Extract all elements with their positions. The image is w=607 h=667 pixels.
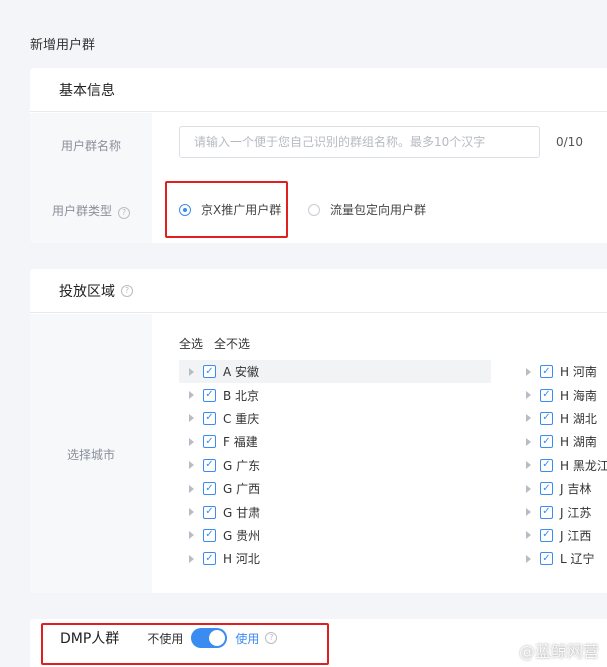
province-row[interactable]: ✓ J 江苏 — [500, 500, 607, 523]
expand-arrow-icon[interactable] — [189, 437, 194, 446]
checkbox-checked-icon[interactable]: ✓ — [203, 435, 216, 449]
name-label: 用户群名称 — [60, 139, 121, 153]
label-column — [30, 113, 152, 243]
expand-arrow-icon[interactable] — [526, 437, 531, 446]
province-label: H 海南 — [560, 388, 597, 403]
basic-info-card: 基本信息 用户群名称 0/10 用户群类型? 京X推广用户群 流量包定向用户群 — [30, 68, 607, 243]
province-row[interactable]: ✓ H 黑龙江 — [500, 454, 607, 477]
region-card: 投放区域? 选择城市 全选 全不选 ✓ A 安徽 ✓ B 北京 ✓ C 重庆 ✓ F 福建 ✓ G … — [30, 269, 607, 593]
checkbox-checked-icon[interactable]: ✓ — [203, 388, 216, 402]
province-row[interactable]: ✓ J 江西 — [500, 524, 607, 547]
basic-info-title: 基本信息 — [59, 82, 115, 99]
checkbox-checked-icon[interactable]: ✓ — [540, 411, 553, 425]
expand-arrow-icon[interactable] — [526, 391, 531, 400]
province-row[interactable]: ✓ G 甘肃 — [179, 500, 491, 523]
province-label: H 河南 — [560, 365, 597, 380]
checkbox-checked-icon[interactable]: ✓ — [203, 528, 216, 542]
province-label: G 广西 — [223, 482, 261, 497]
province-row[interactable]: ✓ H 海南 — [500, 383, 607, 406]
expand-arrow-icon[interactable] — [189, 414, 194, 423]
name-char-counter: 0/10 — [556, 135, 583, 149]
checkbox-checked-icon[interactable]: ✓ — [203, 552, 216, 566]
basic-info-header: 基本信息 — [30, 68, 607, 112]
province-row[interactable]: ✓ G 广东 — [179, 454, 491, 477]
expand-arrow-icon[interactable] — [189, 531, 194, 540]
radio-option-traffic-pack[interactable]: 流量包定向用户群 — [308, 201, 426, 218]
expand-arrow-icon[interactable] — [189, 484, 194, 493]
province-row[interactable]: ✓ A 安徽 — [179, 360, 491, 384]
province-row[interactable]: ✓ B 北京 — [179, 383, 491, 406]
radio-unchecked-icon — [308, 203, 320, 216]
expand-arrow-icon[interactable] — [526, 484, 531, 493]
city-label: 选择城市 — [66, 448, 115, 462]
province-row[interactable]: ✓ H 湖北 — [500, 407, 607, 430]
province-label: C 重庆 — [223, 411, 260, 426]
province-row[interactable]: ✓ L 辽宁 — [500, 547, 607, 570]
checkbox-checked-icon[interactable]: ✓ — [540, 365, 553, 379]
province-label: H 湖南 — [560, 435, 597, 450]
select-links: 全选 全不选 — [179, 335, 261, 352]
province-label: B 北京 — [223, 388, 260, 403]
province-row[interactable]: ✓ G 贵州 — [179, 524, 491, 547]
checkbox-checked-icon[interactable]: ✓ — [540, 388, 553, 402]
help-icon[interactable]: ? — [118, 207, 130, 219]
page-title: 新增用户群 — [30, 38, 96, 53]
region-title: 投放区域 — [59, 283, 115, 300]
checkbox-checked-icon[interactable]: ✓ — [540, 458, 553, 472]
province-label: F 福建 — [223, 435, 258, 450]
expand-arrow-icon[interactable] — [189, 367, 194, 376]
province-label: J 吉林 — [560, 482, 592, 497]
type-label: 用户群类型? — [30, 202, 152, 219]
province-label: A 安徽 — [223, 365, 260, 380]
checkbox-checked-icon[interactable]: ✓ — [540, 435, 553, 449]
checkbox-checked-icon[interactable]: ✓ — [203, 365, 216, 379]
checkbox-checked-icon[interactable]: ✓ — [203, 505, 216, 519]
province-label: J 江苏 — [560, 505, 592, 520]
province-label: G 广东 — [223, 458, 261, 473]
province-row[interactable]: ✓ G 广西 — [179, 477, 491, 500]
province-row[interactable]: ✓ H 湖南 — [500, 430, 607, 453]
expand-arrow-icon[interactable] — [526, 461, 531, 470]
province-label: G 甘肃 — [223, 505, 261, 520]
province-row[interactable]: ✓ F 福建 — [179, 430, 491, 453]
expand-arrow-icon[interactable] — [526, 414, 531, 423]
type-label-text: 用户群类型 — [51, 204, 112, 218]
province-row[interactable]: ✓ C 重庆 — [179, 407, 491, 430]
province-label: H 黑龙江 — [560, 458, 607, 473]
expand-arrow-icon[interactable] — [526, 367, 531, 376]
province-row[interactable]: ✓ H 河北 — [179, 547, 491, 570]
province-list-right: ✓ H 河南 ✓ H 海南 ✓ H 湖北 ✓ H 湖南 ✓ H 黑龙江 ✓ J 吉林 ✓ J 江苏 ✓ J 江… — [500, 360, 607, 571]
highlight-box-user-type — [165, 181, 288, 238]
province-row[interactable]: ✓ H 河南 — [500, 360, 607, 383]
select-none-link[interactable]: 全不选 — [214, 337, 250, 351]
select-all-link[interactable]: 全选 — [179, 337, 203, 351]
checkbox-checked-icon[interactable]: ✓ — [540, 505, 553, 519]
checkbox-checked-icon[interactable]: ✓ — [203, 458, 216, 472]
province-label: J 江西 — [560, 528, 592, 543]
checkbox-checked-icon[interactable]: ✓ — [203, 482, 216, 496]
province-list-left: ✓ A 安徽 ✓ B 北京 ✓ C 重庆 ✓ F 福建 ✓ G 广东 ✓ G 广西 ✓ G 甘肃 ✓ G 贵州… — [179, 360, 491, 571]
province-label: G 贵州 — [223, 528, 261, 543]
checkbox-checked-icon[interactable]: ✓ — [540, 552, 553, 566]
checkbox-checked-icon[interactable]: ✓ — [540, 482, 553, 496]
checkbox-checked-icon[interactable]: ✓ — [540, 528, 553, 542]
region-header: 投放区域? — [30, 269, 607, 313]
expand-arrow-icon[interactable] — [189, 508, 194, 517]
expand-arrow-icon[interactable] — [526, 531, 531, 540]
expand-arrow-icon[interactable] — [189, 391, 194, 400]
group-name-input[interactable] — [179, 126, 540, 158]
expand-arrow-icon[interactable] — [189, 461, 194, 470]
expand-arrow-icon[interactable] — [526, 508, 531, 517]
watermark: @蓝鲸网营 — [518, 642, 599, 661]
province-label: H 湖北 — [560, 411, 597, 426]
expand-arrow-icon[interactable] — [526, 554, 531, 563]
highlight-box-dmp — [41, 623, 329, 665]
province-label: H 河北 — [223, 552, 260, 567]
radio-option-label: 流量包定向用户群 — [330, 203, 427, 217]
province-row[interactable]: ✓ J 吉林 — [500, 477, 607, 500]
province-label: L 辽宁 — [560, 552, 595, 567]
help-icon[interactable]: ? — [121, 284, 133, 297]
checkbox-checked-icon[interactable]: ✓ — [203, 411, 216, 425]
expand-arrow-icon[interactable] — [189, 554, 194, 563]
